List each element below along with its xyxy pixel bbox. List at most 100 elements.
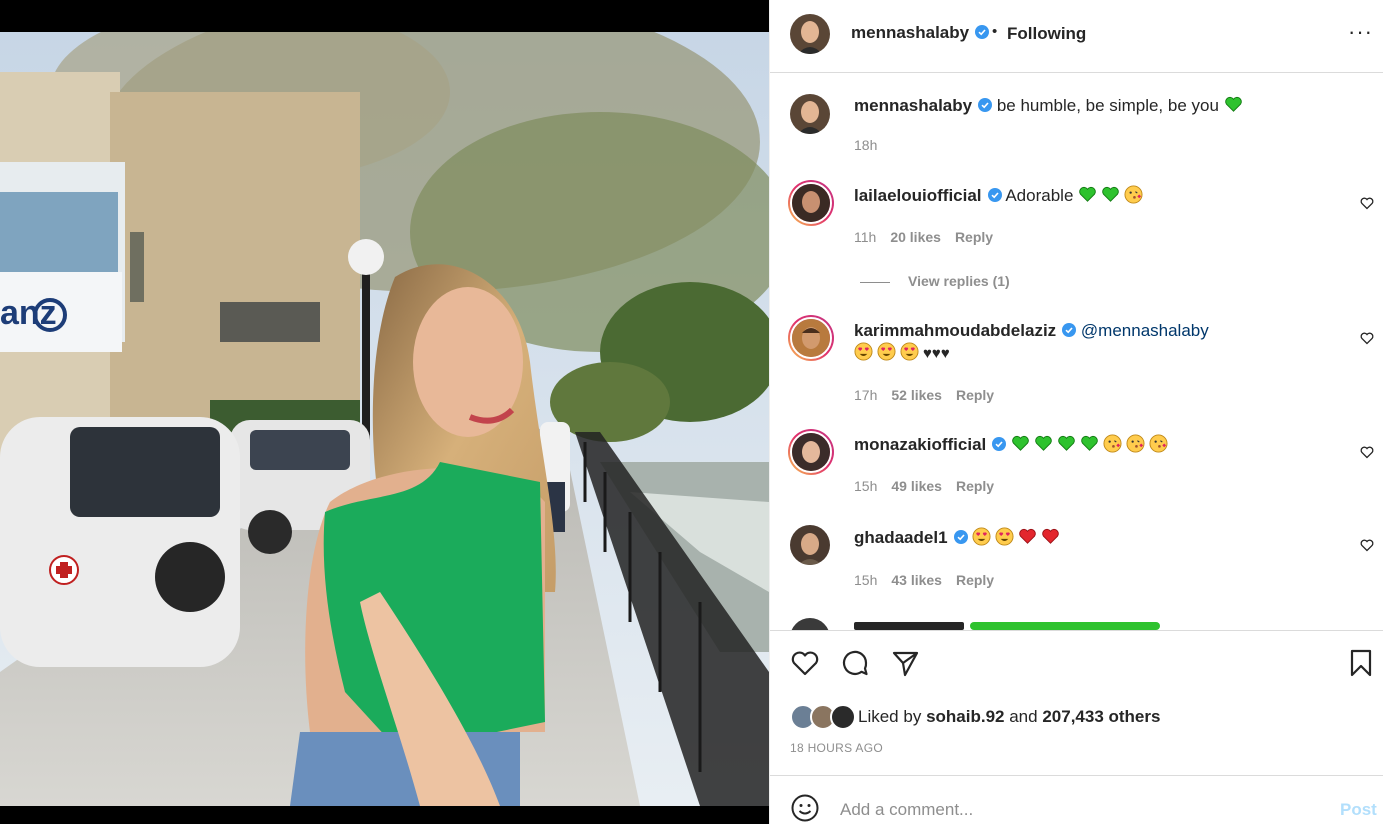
like-comment-heart-icon[interactable] (1360, 331, 1374, 345)
comment-username[interactable]: ghadaadel1 (854, 528, 948, 547)
comment-input[interactable]: Add a comment... (840, 800, 973, 820)
comment-item-partial (770, 618, 1383, 630)
comment-text: monazakiofficial (854, 434, 1354, 456)
green-heart-emoji-icon (1058, 435, 1075, 451)
instagram-post-modal: anz mennashalaby • Following ··· mennash… (0, 0, 1383, 824)
comment-avatar[interactable] (790, 525, 830, 565)
view-replies-line (860, 281, 890, 283)
view-replies-label[interactable]: View replies (1) (908, 273, 1010, 289)
caption-body: be humble, be simple, be you (996, 96, 1219, 115)
author-username[interactable]: mennashalaby (851, 23, 990, 43)
likes-count-link[interactable]: 207,433 others (1042, 707, 1160, 726)
comment-username[interactable]: monazakiofficial (854, 435, 986, 454)
comment-username[interactable]: karimmahmoudabdelaziz (854, 321, 1056, 340)
reply-button[interactable]: Reply (956, 387, 994, 403)
author-avatar[interactable] (790, 14, 830, 54)
caption-time[interactable]: 18h (854, 137, 877, 153)
heart-eyes-emoji-icon (854, 342, 873, 361)
verified-badge-icon (1062, 323, 1077, 337)
comment-likes[interactable]: 20 likes (890, 229, 941, 245)
post-actions: Liked by sohaib.92 and 207,433 others 18… (770, 630, 1383, 775)
author-username-text[interactable]: mennashalaby (851, 23, 969, 42)
heart-eyes-emoji-icon (995, 527, 1014, 546)
kiss-face-emoji-icon (1126, 434, 1145, 453)
liked-by-row: Liked by sohaib.92 and 207,433 others (790, 703, 1160, 731)
post-photo[interactable]: anz (0, 32, 769, 806)
liked-by-text: Liked by sohaib.92 and 207,433 others (858, 707, 1160, 727)
caption-meta: 18h (854, 137, 891, 153)
post-timestamp[interactable]: 18 HOURS AGO (790, 741, 883, 755)
like-heart-icon[interactable] (790, 648, 820, 678)
following-button[interactable]: Following (1007, 24, 1086, 44)
more-horizontal-icon[interactable]: ··· (1348, 21, 1373, 43)
comment-mention[interactable]: @mennashalaby (1081, 321, 1209, 340)
kiss-face-emoji-icon (1124, 185, 1143, 204)
black-hearts-text: ♥♥♥ (923, 345, 950, 362)
comment-username-partial (854, 622, 964, 630)
post-header: mennashalaby • Following ··· (770, 0, 1383, 73)
like-comment-heart-icon[interactable] (1360, 196, 1374, 210)
comments-list[interactable]: mennashalaby be humble, be simple, be yo… (770, 74, 1383, 630)
reply-button[interactable]: Reply (956, 478, 994, 494)
comment-avatar[interactable] (788, 180, 834, 226)
post-media: anz (0, 0, 769, 824)
reply-button[interactable]: Reply (956, 572, 994, 588)
comment-avatar[interactable] (790, 618, 830, 630)
liked-by-avatars[interactable] (790, 704, 858, 730)
liker-avatar (830, 704, 856, 730)
kiss-face-emoji-icon (1103, 434, 1122, 453)
emoji-row-partial (970, 622, 1160, 630)
like-comment-heart-icon[interactable] (1360, 445, 1374, 459)
verified-badge-icon (992, 437, 1007, 451)
comment-meta: 17h 52 likes Reply (854, 387, 1008, 403)
bookmark-icon[interactable] (1346, 648, 1376, 678)
comment-time[interactable]: 17h (854, 387, 877, 403)
green-heart-emoji-icon (1102, 186, 1119, 202)
share-send-icon[interactable] (890, 648, 920, 678)
comment-time[interactable]: 15h (854, 478, 877, 494)
comment-likes[interactable]: 43 likes (891, 572, 942, 588)
view-replies-button[interactable]: View replies (1) (860, 273, 1010, 289)
red-heart-emoji-icon (1042, 528, 1060, 544)
verified-badge-icon (953, 530, 968, 544)
post-side-panel: mennashalaby • Following ··· mennashalab… (769, 0, 1383, 824)
comment-text: lailaelouiofficial Adorable (854, 185, 1354, 207)
green-heart-emoji-icon (1079, 186, 1096, 202)
reply-button[interactable]: Reply (955, 229, 993, 245)
heart-eyes-emoji-icon (877, 342, 896, 361)
caption-text: mennashalaby be humble, be simple, be yo… (854, 95, 1354, 117)
comment-meta: 11h 20 likes Reply (854, 229, 1007, 245)
comment-likes[interactable]: 49 likes (891, 478, 942, 494)
comment-avatar[interactable] (788, 429, 834, 475)
comment-username[interactable]: lailaelouiofficial (854, 186, 982, 205)
green-heart-emoji-icon (1035, 435, 1052, 451)
verified-badge-icon (987, 188, 1002, 202)
caption-username[interactable]: mennashalaby (854, 96, 972, 115)
comment-avatar[interactable] (788, 315, 834, 361)
liked-by-user[interactable]: sohaib.92 (926, 707, 1004, 726)
like-comment-heart-icon[interactable] (1360, 538, 1374, 552)
red-heart-emoji-icon (1019, 528, 1037, 544)
emoji-smile-icon[interactable] (790, 793, 820, 823)
heart-eyes-emoji-icon (900, 342, 919, 361)
comment-time[interactable]: 11h (854, 229, 876, 245)
green-heart-emoji-icon (1081, 435, 1098, 451)
kiss-face-emoji-icon (1149, 434, 1168, 453)
liked-by-prefix: Liked by (858, 707, 922, 726)
comment-text: ghadaadel1 (854, 527, 1354, 549)
green-heart-emoji-icon (1224, 96, 1242, 112)
caption-avatar[interactable] (790, 94, 830, 134)
comment-meta: 15h 43 likes Reply (854, 572, 1008, 588)
comment-text: karimmahmoudabdelaziz @mennashalaby ♥♥♥ (854, 320, 1354, 365)
separator-dot: • (992, 23, 998, 40)
verified-badge-icon (975, 25, 990, 39)
comment-likes[interactable]: 52 likes (891, 387, 942, 403)
post-comment-button[interactable]: Post (1340, 800, 1377, 820)
heart-eyes-emoji-icon (972, 527, 991, 546)
photo-illustration: anz (0, 32, 769, 806)
liked-by-and: and (1009, 707, 1038, 726)
verified-badge-icon (978, 98, 993, 112)
comment-bubble-icon[interactable] (840, 648, 870, 678)
comment-body: Adorable (1005, 186, 1074, 205)
comment-time[interactable]: 15h (854, 572, 877, 588)
